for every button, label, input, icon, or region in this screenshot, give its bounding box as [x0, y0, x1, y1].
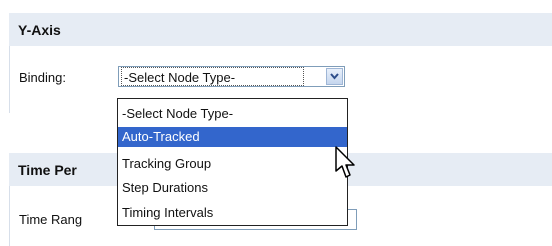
mouse-pointer-icon: [335, 146, 355, 178]
dropdown-option[interactable]: -Select Node Type-: [118, 104, 347, 124]
yaxis-panel-header: Y-Axis: [9, 13, 552, 46]
dropdown-option[interactable]: Timing Intervals: [118, 203, 347, 223]
binding-select-value: -Select Node Type-: [121, 67, 304, 86]
dropdown-arrow-button[interactable]: [326, 68, 343, 85]
dropdown-option[interactable]: Auto-Tracked: [118, 127, 347, 147]
dropdown-option[interactable]: Tracking Group: [118, 154, 347, 174]
time-range-label: Time Rang: [19, 212, 83, 227]
binding-label: Binding:: [19, 70, 66, 85]
time-period-panel-title: Time Per: [18, 162, 77, 178]
yaxis-panel-title: Y-Axis: [18, 22, 61, 38]
chevron-down-icon: [330, 73, 339, 80]
binding-select[interactable]: -Select Node Type-: [118, 66, 345, 87]
binding-dropdown-list: -Select Node Type- Auto-Tracked Tracking…: [117, 98, 348, 226]
dropdown-option[interactable]: Step Durations: [118, 178, 347, 198]
